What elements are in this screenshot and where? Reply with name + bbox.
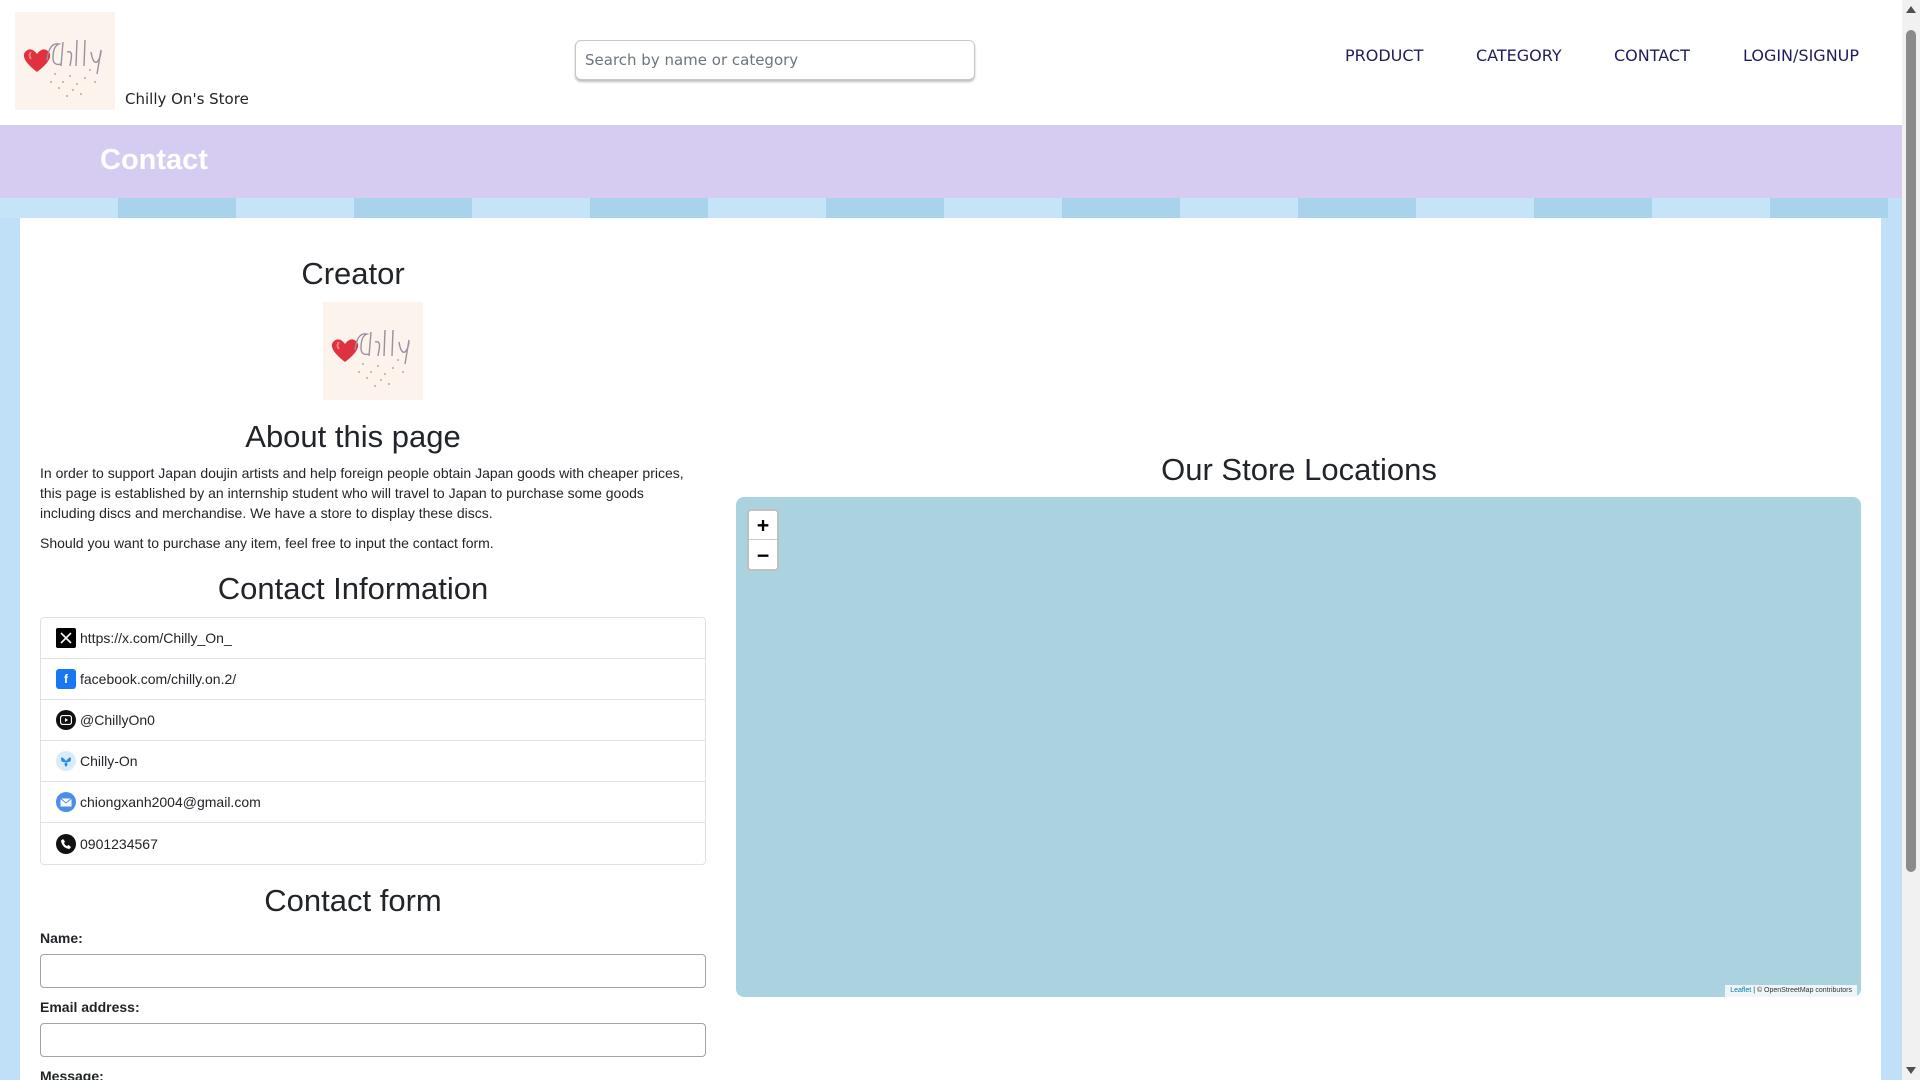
- backdrop-stripe: [118, 198, 236, 218]
- backdrop-stripe: [0, 198, 118, 218]
- about-heading: About this page: [245, 419, 461, 454]
- store-logo-icon[interactable]: [15, 12, 115, 110]
- search-input[interactable]: [576, 41, 974, 79]
- contact-item-text: @ChillyOn0: [80, 712, 155, 728]
- contact-info-heading: Contact Information: [217, 571, 489, 606]
- facebook-icon: f: [56, 669, 76, 689]
- contact-item-phone[interactable]: 0901234567: [41, 823, 705, 864]
- creator-logo-icon: [323, 302, 423, 400]
- email-field[interactable]: [40, 1023, 706, 1057]
- contact-item-text: Chilly-On: [80, 753, 138, 769]
- contact-item-text: chiongxanh2004@gmail.com: [80, 794, 261, 810]
- page-title: Contact: [100, 144, 208, 176]
- contact-info-list: https://x.com/Chilly_On_ f facebook.com/…: [40, 617, 706, 865]
- x-twitter-icon: [56, 628, 76, 648]
- about-paragraph-cta: Should you want to purchase any item, fe…: [40, 535, 494, 551]
- contact-form-heading: Contact form: [264, 883, 442, 918]
- contact-item-text: https://x.com/Chilly_On_: [80, 630, 232, 646]
- contact-item-x[interactable]: https://x.com/Chilly_On_: [41, 618, 705, 659]
- nav-contact-link[interactable]: CONTACT: [1614, 46, 1690, 65]
- phone-icon: [56, 833, 76, 854]
- backdrop-stripe: [708, 198, 826, 218]
- youtube-icon: [56, 710, 76, 730]
- bluesky-icon: [56, 751, 76, 771]
- backdrop-stripe: [944, 198, 1062, 218]
- backdrop-stripe: [1416, 198, 1534, 218]
- page-scrollbar[interactable]: [1902, 0, 1920, 1080]
- backdrop-stripe: [590, 198, 708, 218]
- nav-product-link[interactable]: PRODUCT: [1345, 46, 1423, 65]
- backdrop-stripe: [354, 198, 472, 218]
- store-locations-heading: Our Store Locations: [1161, 452, 1437, 487]
- store-name[interactable]: Chilly On's Store: [125, 90, 249, 108]
- map-attribution: Leaflet | © OpenStreetMap contributors: [1725, 985, 1857, 997]
- backdrop-stripe: [1770, 198, 1888, 218]
- site-header: Chilly On's Store PRODUCT CATEGORY CONTA…: [0, 0, 1902, 125]
- leaflet-link[interactable]: Leaflet: [1730, 987, 1751, 994]
- contact-item-email[interactable]: chiongxanh2004@gmail.com: [41, 782, 705, 823]
- scroll-up-arrow-icon[interactable]: [1906, 6, 1916, 13]
- zoom-out-button[interactable]: −: [749, 540, 777, 569]
- backdrop-stripe: [1180, 198, 1298, 218]
- name-field[interactable]: [40, 954, 706, 988]
- backdrop-stripe: [1062, 198, 1180, 218]
- search-bar[interactable]: [575, 40, 975, 80]
- osm-attribution-text: | © OpenStreetMap contributors: [1753, 987, 1852, 994]
- email-icon: [56, 792, 76, 812]
- backdrop-stripe: [1298, 198, 1416, 218]
- backdrop-stripe: [472, 198, 590, 218]
- nav-category-link[interactable]: CATEGORY: [1476, 46, 1562, 65]
- store-locations-map[interactable]: + − Leaflet | © OpenStreetMap contributo…: [736, 497, 1861, 997]
- email-label: Email address:: [40, 999, 140, 1015]
- contact-item-facebook[interactable]: f facebook.com/chilly.on.2/: [41, 659, 705, 700]
- contact-item-text: 0901234567: [80, 835, 158, 852]
- scroll-down-arrow-icon[interactable]: [1906, 1067, 1916, 1074]
- nav-login-signup-link[interactable]: LOGIN/SIGNUP: [1743, 46, 1859, 65]
- backdrop-stripe: [1652, 198, 1770, 218]
- page-banner: Contact: [0, 125, 1902, 198]
- map-zoom-control: + −: [747, 509, 779, 571]
- contact-item-youtube[interactable]: @ChillyOn0: [41, 700, 705, 741]
- scrollbar-thumb[interactable]: [1906, 30, 1916, 872]
- contact-item-bluesky[interactable]: Chilly-On: [41, 741, 705, 782]
- about-paragraph: In order to support Japan doujin artists…: [40, 465, 684, 521]
- backdrop-stripe: [1534, 198, 1652, 218]
- email-input[interactable]: [41, 1024, 705, 1056]
- name-label: Name:: [40, 930, 83, 946]
- creator-heading: Creator: [301, 256, 405, 291]
- contact-item-text: facebook.com/chilly.on.2/: [80, 671, 237, 687]
- backdrop-stripe: [826, 198, 944, 218]
- name-input[interactable]: [41, 955, 705, 987]
- backdrop-stripe: [236, 198, 354, 218]
- message-label: Message:: [40, 1068, 104, 1080]
- zoom-in-button[interactable]: +: [749, 511, 777, 540]
